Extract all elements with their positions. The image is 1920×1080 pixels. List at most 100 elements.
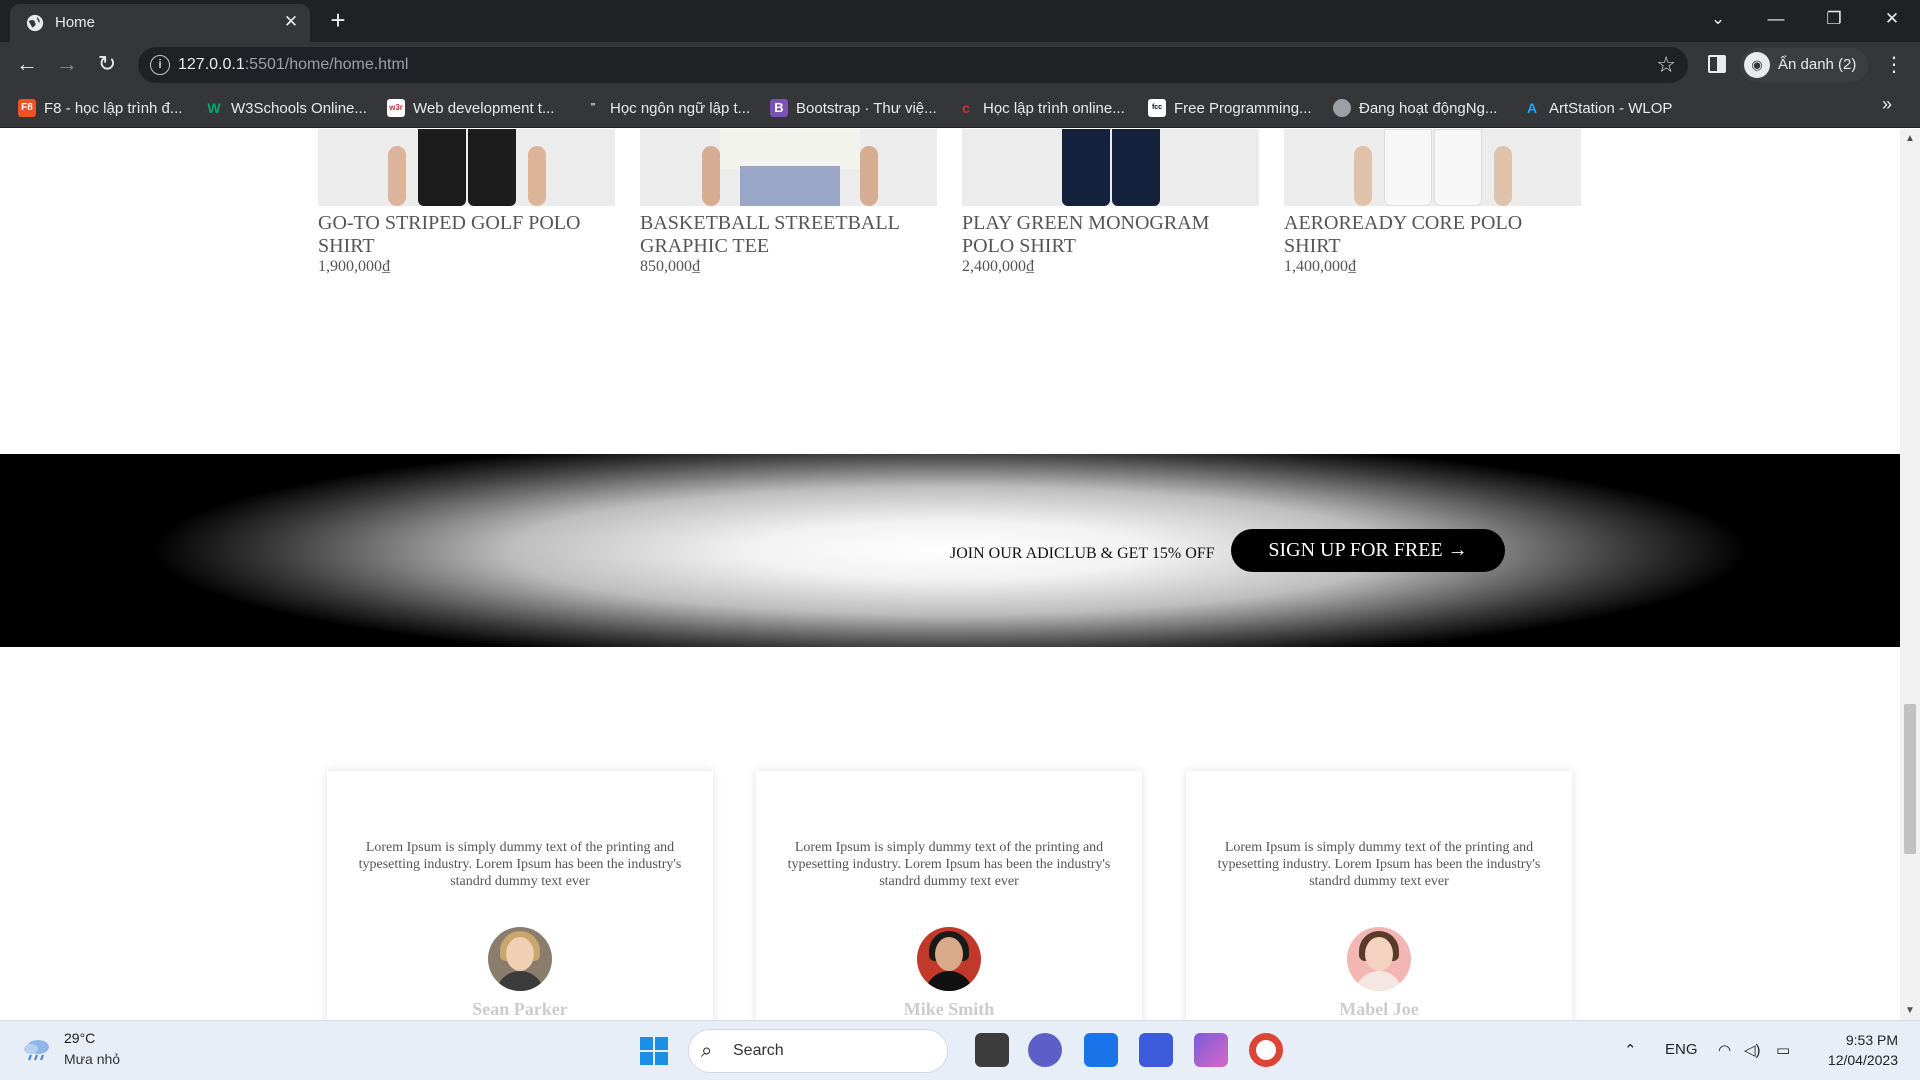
pants-shape (418, 129, 466, 206)
pants-shape (1384, 129, 1432, 206)
product-image[interactable] (640, 129, 937, 206)
back-button[interactable]: ← (12, 50, 42, 80)
product-card[interactable]: BASKETBALL STREETBALL GRAPHIC TEE 850,00… (640, 129, 937, 276)
bookmark-label: W3Schools Online... (231, 99, 367, 117)
avatar-body (1355, 971, 1403, 991)
address-bar[interactable]: i 127.0.0.1:5501/home/home.html ☆ (138, 47, 1688, 83)
page-scrollbar[interactable]: ▲ ▼ (1900, 129, 1920, 1020)
product-name[interactable]: AEROREADY CORE POLO SHIRT (1284, 212, 1581, 258)
testimonial-card: Lorem Ipsum is simply dummy text of the … (327, 771, 713, 1020)
avatar (1347, 927, 1411, 991)
bookmark-label: ArtStation - WLOP (1549, 99, 1673, 117)
product-price: 850,000₫ (640, 258, 701, 275)
product-price: 1,900,000₫ (318, 258, 391, 275)
arm-shape (1494, 146, 1512, 206)
clock-date: 12/04/2023 (1827, 1052, 1898, 1068)
freecodecamp-favicon-icon: fcc (1148, 99, 1166, 117)
forward-button[interactable]: → (52, 50, 82, 80)
editor-app-icon[interactable] (1139, 1033, 1173, 1067)
battery-icon[interactable]: ▭ (1776, 1041, 1790, 1059)
testimonial-card: Lorem Ipsum is simply dummy text of the … (756, 771, 1142, 1020)
wifi-icon[interactable]: ◠ (1718, 1041, 1731, 1059)
arm-shape (388, 146, 406, 206)
search-label: Search (733, 1042, 784, 1059)
bookmark-label: Free Programming... (1174, 99, 1312, 117)
show-hidden-icons-icon[interactable]: ⌃ (1624, 1041, 1637, 1059)
volume-icon[interactable]: ◁) (1744, 1041, 1761, 1059)
product-card[interactable]: AEROREADY CORE POLO SHIRT 1,400,000₫ (1284, 129, 1581, 276)
sign-up-button[interactable]: SIGN UP FOR FREE → (1231, 529, 1505, 572)
chrome-icon[interactable] (1249, 1033, 1283, 1067)
weather-temperature[interactable]: 29°C (64, 1030, 95, 1046)
bookmarks-overflow-icon[interactable]: » (1882, 94, 1892, 115)
teams-icon[interactable] (1028, 1033, 1062, 1067)
arm-shape (702, 146, 720, 206)
weather-description[interactable]: Mưa nhỏ (64, 1051, 120, 1067)
site-info-icon[interactable]: i (150, 55, 170, 75)
bookmark-label: Học lập trình online... (983, 99, 1125, 117)
minimize-button[interactable]: — (1748, 0, 1804, 40)
globe-favicon-icon (1333, 99, 1351, 117)
bookmark-freecodecamp[interactable]: fcc Free Programming... (1148, 97, 1312, 119)
language-indicator[interactable]: ENG (1665, 1041, 1698, 1058)
product-card[interactable]: GO-TO STRIPED GOLF POLO SHIRT 1,900,000₫ (318, 129, 615, 276)
mail-icon[interactable] (1084, 1033, 1118, 1067)
scroll-up-icon[interactable]: ▲ (1905, 133, 1915, 144)
testimonial-quote: Lorem Ipsum is simply dummy text of the … (358, 840, 682, 889)
w3resource-favicon-icon: w3r (387, 99, 405, 117)
artstation-favicon-icon: A (1526, 100, 1538, 116)
reload-button[interactable]: ↻ (92, 50, 122, 80)
scrollbar-thumb[interactable] (1904, 704, 1916, 854)
bookmark-w3schools[interactable]: W W3Schools Online... (205, 97, 367, 119)
new-tab-button[interactable]: + (325, 7, 351, 34)
taskbar-clock[interactable]: 9:53 PM 12/04/2023 (1818, 1030, 1898, 1070)
product-name[interactable]: BASKETBALL STREETBALL GRAPHIC TEE (640, 212, 937, 258)
incognito-icon: ◉ (1744, 52, 1770, 78)
side-panel-icon[interactable] (1708, 55, 1726, 73)
product-card[interactable]: PLAY GREEN MONOGRAM POLO SHIRT 2,400,000… (962, 129, 1259, 276)
testimonial-author: Mabel Joe (1339, 999, 1419, 1019)
product-price: 1,400,000₫ (1284, 258, 1357, 275)
profile-label: Ẩn danh (2) (1778, 56, 1857, 73)
bookmark-label: Đang hoạt độngNg... (1359, 99, 1498, 117)
close-tab-icon[interactable]: ✕ (280, 11, 302, 33)
bookmark-f8[interactable]: F8 F8 - học lập trình đ... (18, 97, 182, 119)
bookmark-hoc-lap-trinh-online[interactable]: c Học lập trình online... (957, 97, 1125, 119)
product-image[interactable] (318, 129, 615, 206)
product-name[interactable]: GO-TO STRIPED GOLF POLO SHIRT (318, 212, 615, 258)
bookmark-w3resource[interactable]: w3r Web development t... (387, 97, 554, 119)
bookmark-label: Bootstrap · Thư việ... (796, 99, 937, 117)
browser-tab-home[interactable]: Home ✕ (10, 4, 310, 42)
restore-button[interactable]: ❐ (1806, 0, 1862, 40)
product-image[interactable] (962, 129, 1259, 206)
clock-time: 9:53 PM (1845, 1032, 1898, 1048)
bookmark-hoc-ngon-ngu[interactable]: " Học ngôn ngữ lập t... (584, 97, 751, 119)
testimonial-author: Mike Smith (903, 999, 995, 1019)
windows-start-icon[interactable] (640, 1037, 668, 1065)
bookmark-artstation[interactable]: A ArtStation - WLOP (1523, 97, 1672, 119)
menu-kebab-icon[interactable]: ⋮ (1884, 52, 1904, 77)
rain-cloud-icon[interactable] (22, 1037, 52, 1061)
pants-shape (1434, 129, 1482, 206)
tab-title: Home (55, 14, 96, 31)
product-price: 2,400,000₫ (962, 258, 1035, 275)
scroll-down-icon[interactable]: ▼ (1905, 1005, 1915, 1016)
bookmark-star-icon[interactable]: ☆ (1656, 52, 1676, 78)
tab-search-icon[interactable]: ⌄ (1690, 0, 1746, 40)
url-text[interactable]: 127.0.0.1:5501/home/home.html (178, 56, 408, 74)
close-window-button[interactable]: ✕ (1864, 0, 1920, 40)
arm-shape (528, 146, 546, 206)
product-name[interactable]: PLAY GREEN MONOGRAM POLO SHIRT (962, 212, 1259, 258)
bookmark-dang-hoat-dong[interactable]: Đang hoạt độngNg... (1333, 97, 1497, 119)
pants-shape (1062, 129, 1110, 206)
bookmark-bootstrap[interactable]: B Bootstrap · Thư việ... (770, 97, 937, 119)
arm-shape (860, 146, 878, 206)
file-explorer-icon[interactable] (975, 1033, 1009, 1067)
product-image[interactable] (1284, 129, 1581, 206)
avatar (917, 927, 981, 991)
bookmark-label: Web development t... (413, 99, 555, 117)
incognito-profile-button[interactable]: ◉ Ẩn danh (2) (1740, 48, 1868, 82)
taskbar-search[interactable]: ⌕ Search (688, 1029, 948, 1073)
arm-shape (1354, 146, 1372, 206)
clipchamp-icon[interactable] (1194, 1033, 1228, 1067)
